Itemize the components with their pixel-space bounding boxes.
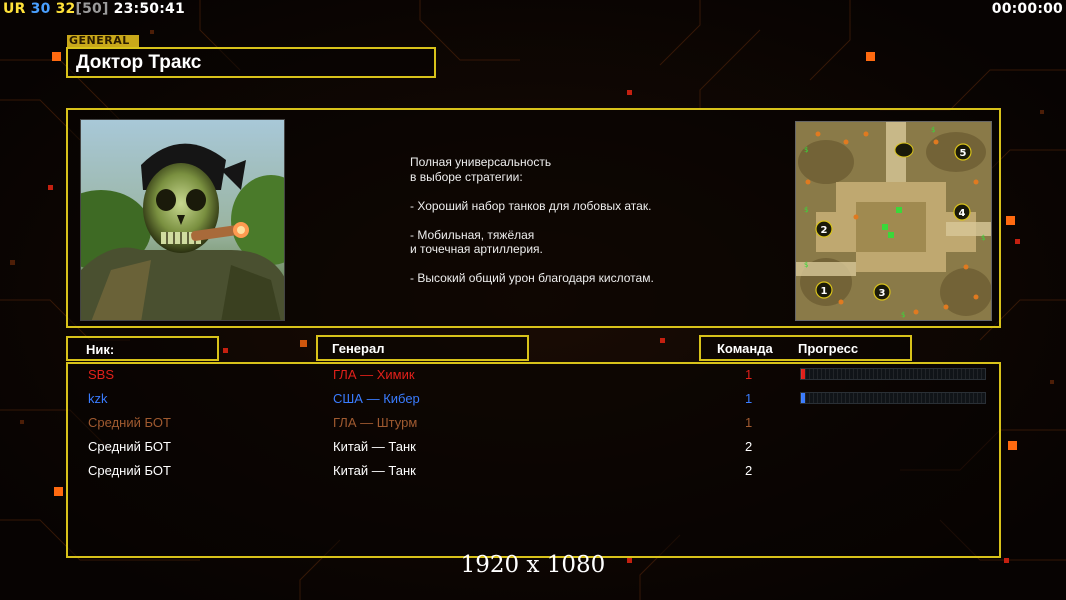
general-info-panel: Полная универсальность в выборе стратеги… [66,108,1001,328]
description-line: в выборе стратегии: [410,169,523,184]
column-header-progress-label: Прогресс [798,341,859,356]
description-line [410,184,740,199]
player-progress-bar [800,392,986,404]
player-general: ГЛА — Штурм [333,415,418,430]
general-portrait [80,119,285,321]
player-team: 2 [745,439,753,454]
description-line: Полная универсальность [410,155,552,169]
map-spot-label: 1 [821,286,828,297]
game-timer: 00:00:00 [991,1,1063,17]
player-row: Средний БОТ Китай — Танк 2 [68,436,1003,460]
svg-text:$: $ [901,311,905,319]
map-spot-label: 5 [960,148,967,159]
player-row: Средний БОТ ГЛА — Штурм 1 [68,412,1003,436]
player-general: ГЛА — Химик [333,367,415,382]
progress-stripes [801,369,985,379]
general-name: Доктор Тракс [76,52,202,73]
general-tag: GENERAL [67,35,139,47]
player-row: Средний БОТ Китай — Танк 2 [68,460,1003,484]
description-line: - Высокий общий урон благодаря кислотам. [410,271,654,285]
description-line [410,213,740,228]
description-line [410,257,740,272]
player-general: США — Кибер [333,391,420,406]
general-description: Полная универсальность в выборе стратеги… [410,155,740,286]
description-line: - Мобильная, тяжёлая [410,227,535,242]
player-team: 1 [745,391,753,406]
player-progress-bar [800,368,986,380]
svg-text:$: $ [981,234,985,242]
column-header-nick: Ник: [66,336,219,361]
column-header-nick-label: Ник: [86,342,115,357]
player-team: 2 [745,463,753,478]
svg-text:$: $ [804,146,808,154]
resolution-label: 1920 x 1080 [460,552,606,578]
player-row: kzk США — Кибер 1 [68,388,1003,412]
map-spot-label: 4 [959,208,966,219]
svg-text:$: $ [931,126,935,134]
hud-value-2: 32 [55,1,76,17]
map-spot-label: 2 [821,225,828,236]
column-header-team-label: Команда [717,341,773,356]
player-nick: Средний БОТ [88,463,171,478]
progress-stripes [801,393,985,403]
svg-text:$: $ [804,206,808,214]
hud-value-3: [50] [75,1,109,17]
hud-stats: UR 30 32[50] 23:50:41 [3,1,185,17]
map-spot-label: 3 [879,288,886,299]
hud-clock: 23:50:41 [113,1,185,17]
description-line: и точечная артиллерия. [410,242,543,256]
player-team: 1 [745,415,753,430]
player-nick: Средний БОТ [88,415,171,430]
column-header-general-label: Генерал [332,341,385,356]
player-nick: SBS [88,367,115,382]
player-team: 1 [745,367,753,382]
player-nick: kzk [88,391,108,406]
general-title-box: Доктор Тракс [66,47,436,78]
player-row: SBS ГЛА — Химик 1 [68,364,1003,388]
player-general: Китай — Танк [333,439,416,454]
hud-ur-label: UR [3,1,26,17]
description-line: - Хороший набор танков для лобовых атак. [410,198,652,213]
player-general: Китай — Танк [333,463,416,478]
map-preview[interactable]: 1 2 3 4 5 $ $ $ $ $ $ [795,121,992,321]
hud-value-1: 30 [30,1,51,17]
svg-text:$: $ [804,261,808,269]
column-header-team-progress: Команда Прогресс [699,335,912,361]
player-nick: Средний БОТ [88,439,171,454]
column-header-general: Генерал [316,335,529,361]
players-list: SBS ГЛА — Химик 1 kzk США — Кибер 1 Средний БО… [66,362,1001,558]
